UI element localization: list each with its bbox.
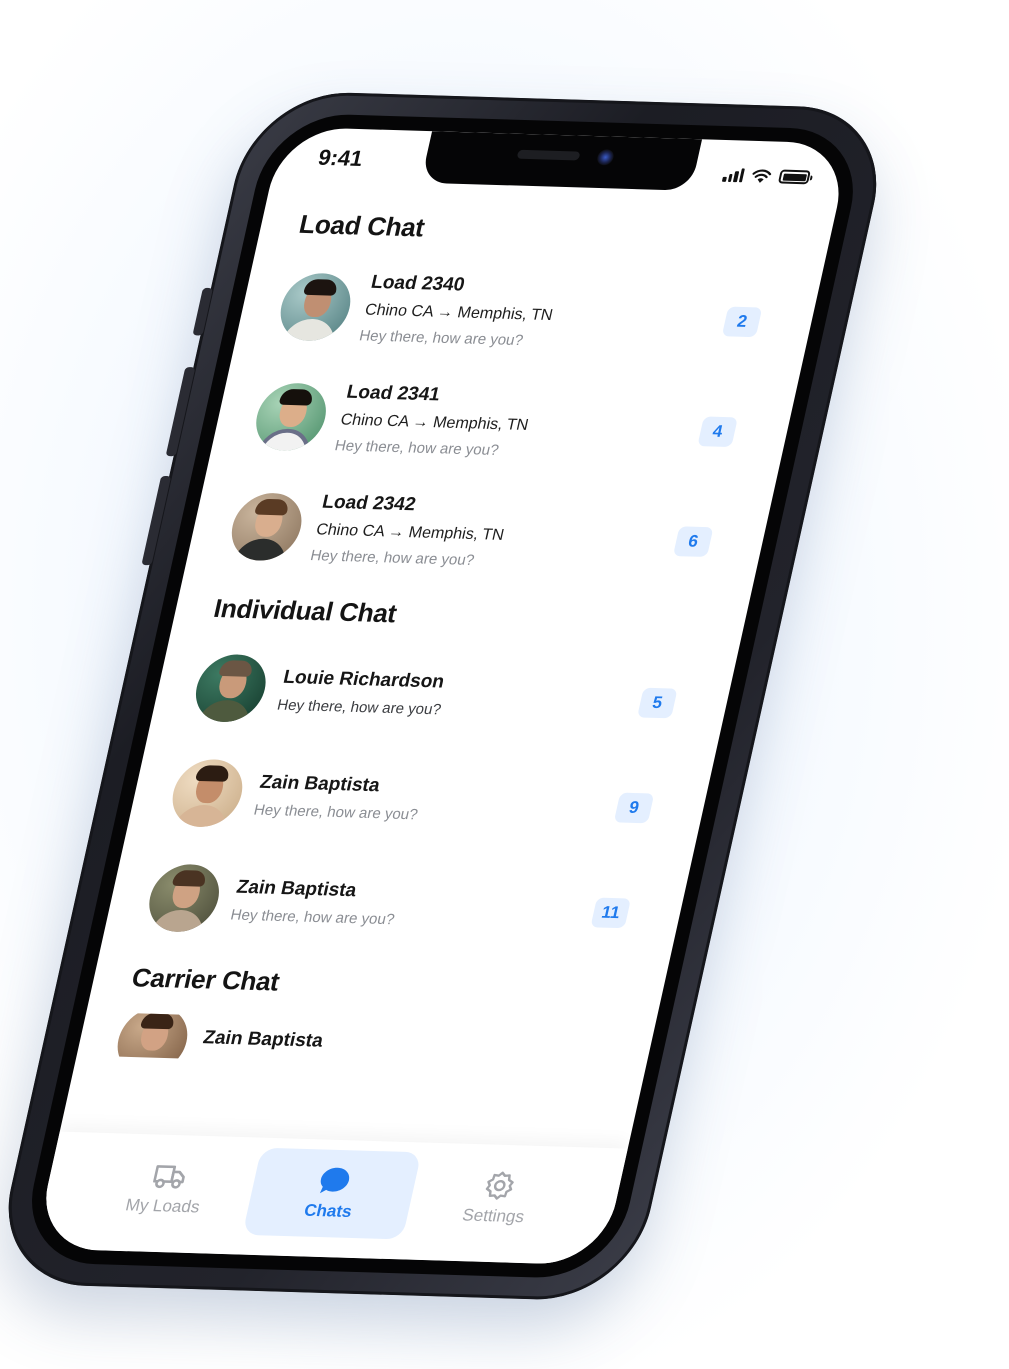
chat-preview: Hey there, how are you?: [275, 696, 443, 718]
avatar: [274, 271, 358, 342]
chat-route: Chino CA → Memphis, TN: [314, 521, 506, 544]
avatar: [189, 653, 273, 723]
individual-chat-item[interactable]: Louie Richardson Hey there, how are you?…: [177, 643, 707, 755]
tab-label: My Loads: [123, 1195, 202, 1217]
load-chat-item[interactable]: Load 2340 Chino CA → Memphis, TN Hey the…: [261, 259, 792, 376]
unread-badge: 5: [637, 687, 678, 719]
chat-route: Chino CA → Memphis, TN: [338, 411, 530, 434]
individual-chat-item[interactable]: Zain Baptista Hey there, how are you? 11: [130, 853, 660, 965]
unread-badge: 11: [590, 897, 631, 929]
chat-name: Load 2342: [320, 491, 418, 516]
chat-preview: Hey there, how are you?: [357, 327, 525, 350]
battery-icon: [777, 169, 811, 185]
page-background: 9:41 Load Chat Load 2340 Chino CA → Memp…: [0, 0, 1009, 1369]
status-bar: 9:41: [272, 127, 851, 196]
status-time: 9:41: [315, 144, 366, 171]
load-chat-item[interactable]: Load 2341 Chino CA → Memphis, TN Hey the…: [237, 369, 768, 486]
volume-down-button: [141, 475, 172, 566]
tab-my-loads[interactable]: My Loads: [77, 1143, 256, 1235]
gear-icon: [486, 1171, 515, 1200]
status-icons: [721, 167, 811, 185]
tab-label: Chats: [302, 1200, 354, 1221]
chat-bubble-icon: [319, 1167, 350, 1194]
avatar: [142, 863, 226, 933]
chat-preview: Hey there, how are you?: [308, 547, 476, 569]
phone-mockup: 9:41 Load Chat Load 2340 Chino CA → Memp…: [0, 40, 970, 1330]
avatar: [249, 381, 333, 452]
chat-name: Zain Baptista: [258, 771, 382, 796]
phone-bezel: 9:41 Load Chat Load 2340 Chino CA → Memp…: [16, 112, 869, 1280]
load-chat-item[interactable]: Load 2342 Chino CA → Memphis, TN Hey the…: [212, 479, 743, 596]
unread-badge: 9: [613, 792, 655, 824]
phone-frame: 9:41 Load Chat Load 2340 Chino CA → Memp…: [0, 90, 895, 1303]
chat-name: Load 2340: [369, 271, 467, 296]
section-title-load-chat: Load Chat: [296, 209, 428, 243]
truck-icon: [152, 1165, 185, 1189]
avatar: [165, 758, 249, 828]
signal-icon: [721, 168, 745, 183]
section-title-individual-chat: Individual Chat: [211, 593, 400, 629]
chat-name: Zain Baptista: [201, 1027, 326, 1052]
chat-preview: Hey there, how are you?: [333, 437, 501, 460]
chat-preview: Hey there, how are you?: [252, 801, 420, 823]
unread-badge: 2: [721, 306, 763, 337]
chat-route: Chino CA → Memphis, TN: [363, 301, 555, 325]
chat-list: Load Chat Load 2340 Chino CA → Memphis, …: [60, 196, 835, 1147]
chat-preview: Hey there, how are you?: [228, 906, 397, 928]
tab-chats[interactable]: Chats: [242, 1147, 422, 1240]
chat-name: Zain Baptista: [234, 876, 359, 901]
unread-badge: 4: [697, 415, 739, 447]
individual-chat-item[interactable]: Zain Baptista Hey there, how are you? 9: [154, 748, 684, 860]
avatar: [225, 491, 309, 562]
volume-up-button: [165, 366, 196, 457]
section-title-carrier-chat: Carrier Chat: [129, 962, 283, 997]
phone-screen: 9:41 Load Chat Load 2340 Chino CA → Memp…: [33, 126, 852, 1266]
unread-badge: 6: [673, 525, 714, 557]
tab-settings[interactable]: Settings: [408, 1153, 587, 1245]
avatar: [110, 1012, 194, 1072]
tab-label: Settings: [460, 1205, 527, 1227]
chat-name: Louie Richardson: [281, 666, 447, 693]
wifi-icon: [752, 169, 772, 183]
mute-switch: [192, 287, 213, 336]
carrier-chat-item[interactable]: Zain Baptista: [107, 1012, 625, 1072]
chat-name: Load 2341: [344, 381, 443, 406]
bottom-tab-bar: My Loads Chats Settings: [33, 1131, 628, 1266]
